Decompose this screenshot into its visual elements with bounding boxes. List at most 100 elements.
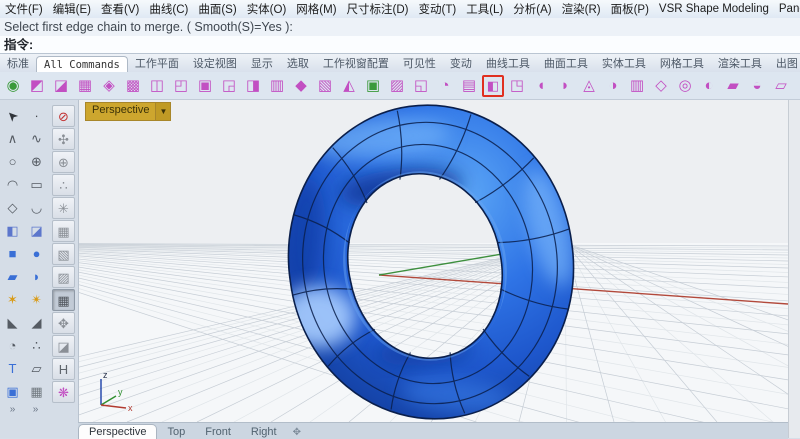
tool-icon-6[interactable]: ◫ (146, 75, 168, 97)
boolean-union-tool-icon[interactable]: ✶ (1, 289, 24, 311)
box-tool-icon[interactable]: ■ (1, 243, 24, 265)
ribbon-tab-0[interactable]: 标准 (0, 53, 36, 72)
tool-icon-32[interactable]: ▱ (770, 75, 792, 97)
tool-icon-24[interactable]: ◬ (578, 75, 600, 97)
tsplines-power-icon[interactable]: ◉ (2, 75, 24, 97)
tool-icon-18[interactable]: ◔ (434, 75, 456, 97)
tsplines-box-mode-icon[interactable]: ▦ (52, 289, 75, 311)
surface-tool-icon[interactable]: ◧ (1, 220, 24, 242)
polygon-tool-icon[interactable]: ◇ (1, 197, 24, 219)
tsplines-manipulate-icon[interactable]: ✥ (52, 312, 75, 334)
text-tool-icon[interactable]: T (1, 358, 24, 380)
tsplines-propeller-icon[interactable]: ✣ (52, 128, 75, 150)
ribbon-tab-4[interactable]: 显示 (244, 53, 280, 72)
tool-icon-10[interactable]: ◨ (242, 75, 264, 97)
menu-item-7[interactable]: 尺寸标注(D) (342, 1, 414, 17)
menu-item-5[interactable]: 实体(O) (242, 1, 292, 17)
tool-icon-29[interactable]: ◐ (698, 75, 720, 97)
ribbon-tab-6[interactable]: 工作视窗配置 (316, 53, 396, 72)
viewport-tab-perspective[interactable]: Perspective (78, 424, 157, 439)
blob-tool-icon[interactable]: ◗ (25, 266, 48, 288)
tool-icon-26[interactable]: ▥ (626, 75, 648, 97)
viewport-tab-right[interactable]: Right (241, 425, 287, 439)
tool-icon-1[interactable]: ◩ (26, 75, 48, 97)
group-tool-icon[interactable]: ▣ (1, 381, 24, 403)
viewport-title-label[interactable]: Perspective (85, 102, 155, 121)
tool-icon-14[interactable]: ◭ (338, 75, 360, 97)
tool-icon-23[interactable]: ◗ (554, 75, 576, 97)
perspective-viewport[interactable]: Perspective ▼ zyx (78, 100, 788, 422)
more-tools-right-icon[interactable]: » (24, 404, 47, 427)
menu-item-2[interactable]: 查看(V) (96, 1, 144, 17)
boolean-split-tool-icon[interactable]: ✴ (25, 289, 48, 311)
tool-icon-2[interactable]: ◪ (50, 75, 72, 97)
tool-icon-16[interactable]: ▨ (386, 75, 408, 97)
menu-item-1[interactable]: 编辑(E) (48, 1, 96, 17)
ribbon-tab-9[interactable]: 曲线工具 (479, 53, 537, 72)
menu-item-9[interactable]: 工具(L) (461, 1, 508, 17)
ribbon-tab-10[interactable]: 曲面工具 (537, 53, 595, 72)
point-tool-icon[interactable]: ∙ (25, 105, 48, 127)
plane-tool-icon[interactable]: ▱ (25, 358, 48, 380)
ribbon-tab-11[interactable]: 实体工具 (595, 53, 653, 72)
arc-tool-icon[interactable]: ◠ (1, 174, 24, 196)
tool-icon-25[interactable]: ◑ (602, 75, 624, 97)
array-tool-icon[interactable]: ▦ (25, 381, 48, 403)
menu-item-6[interactable]: 网格(M) (291, 1, 341, 17)
ribbon-tab-5[interactable]: 选取 (280, 53, 316, 72)
menu-item-0[interactable]: 文件(F) (0, 1, 48, 17)
tool-icon-13[interactable]: ▧ (314, 75, 336, 97)
ribbon-tab-1[interactable]: All Commands (36, 56, 128, 72)
tool-icon-17[interactable]: ◱ (410, 75, 432, 97)
ribbon-tab-14[interactable]: 出图 (769, 53, 800, 72)
rectangle-tool-icon[interactable]: ▭ (25, 174, 48, 196)
tool-icon-30[interactable]: ▰ (722, 75, 744, 97)
tool-icon-3[interactable]: ▦ (74, 75, 96, 97)
fillet-sphere-tool-icon[interactable]: ◔ (1, 335, 24, 357)
tsplines-gear-icon[interactable]: ❋ (52, 381, 75, 403)
menu-item-8[interactable]: 变动(T) (414, 1, 462, 17)
ribbon-tab-2[interactable]: 工作平面 (128, 53, 186, 72)
tsplines-box2-icon[interactable]: ▧ (52, 243, 75, 265)
merge-edge-tool-icon[interactable]: ◧ (482, 75, 504, 97)
menu-item-12[interactable]: 面板(P) (606, 1, 654, 17)
tsplines-h-mode-icon[interactable]: H (52, 358, 75, 380)
tsplines-box1-icon[interactable]: ▦ (52, 220, 75, 242)
menu-item-14[interactable]: Paneling Tools (774, 3, 800, 15)
menu-item-3[interactable]: 曲线(C) (144, 1, 193, 17)
cylinder-tool-icon[interactable]: ▰ (1, 266, 24, 288)
menu-item-11[interactable]: 渲染(R) (557, 1, 606, 17)
chamfer-tool-icon[interactable]: ◣ (1, 312, 24, 334)
menu-item-4[interactable]: 曲面(S) (193, 1, 241, 17)
tool-icon-15[interactable]: ▣ (362, 75, 384, 97)
viewport-title[interactable]: Perspective ▼ (85, 102, 171, 121)
tool-icon-28[interactable]: ◎ (674, 75, 696, 97)
tool-icon-9[interactable]: ◲ (218, 75, 240, 97)
tsplines-molecule-icon[interactable]: ∴ (52, 174, 75, 196)
ribbon-tab-12[interactable]: 网格工具 (653, 53, 711, 72)
sphere-tool-icon[interactable]: ● (25, 243, 48, 265)
tool-icon-31[interactable]: ◒ (746, 75, 768, 97)
ellipse-tool-icon[interactable]: ⊕ (25, 151, 48, 173)
tsplines-power-off-icon[interactable]: ⊘ (52, 105, 75, 127)
viewport-tab-front[interactable]: Front (195, 425, 241, 439)
viewport-title-dropdown-icon[interactable]: ▼ (155, 102, 171, 121)
more-tools-left-icon[interactable]: » (1, 404, 24, 427)
menu-item-13[interactable]: VSR Shape Modeling (654, 3, 774, 15)
tool-icon-11[interactable]: ▥ (266, 75, 288, 97)
viewport-tab-top[interactable]: Top (157, 425, 195, 439)
menu-item-10[interactable]: 分析(A) (508, 1, 556, 17)
tool-icon-19[interactable]: ▤ (458, 75, 480, 97)
ribbon-tab-13[interactable]: 渲染工具 (711, 53, 769, 72)
ribbon-tab-8[interactable]: 变动 (443, 53, 479, 72)
curve-tool-icon[interactable]: ∿ (25, 128, 48, 150)
tsplines-sphere-icon[interactable]: ⊕ (52, 151, 75, 173)
tsplines-axis-icon[interactable]: ✳ (52, 197, 75, 219)
command-prompt-line[interactable]: 指令: (0, 36, 800, 54)
tool-icon-7[interactable]: ◰ (170, 75, 192, 97)
tsplines-stamp-icon[interactable]: ◪ (52, 335, 75, 357)
points-tool-icon[interactable]: ∴ (25, 335, 48, 357)
tool-icon-21[interactable]: ◳ (506, 75, 528, 97)
tool-icon-4[interactable]: ◈ (98, 75, 120, 97)
add-viewport-tab-icon[interactable]: ✥ (287, 426, 307, 439)
